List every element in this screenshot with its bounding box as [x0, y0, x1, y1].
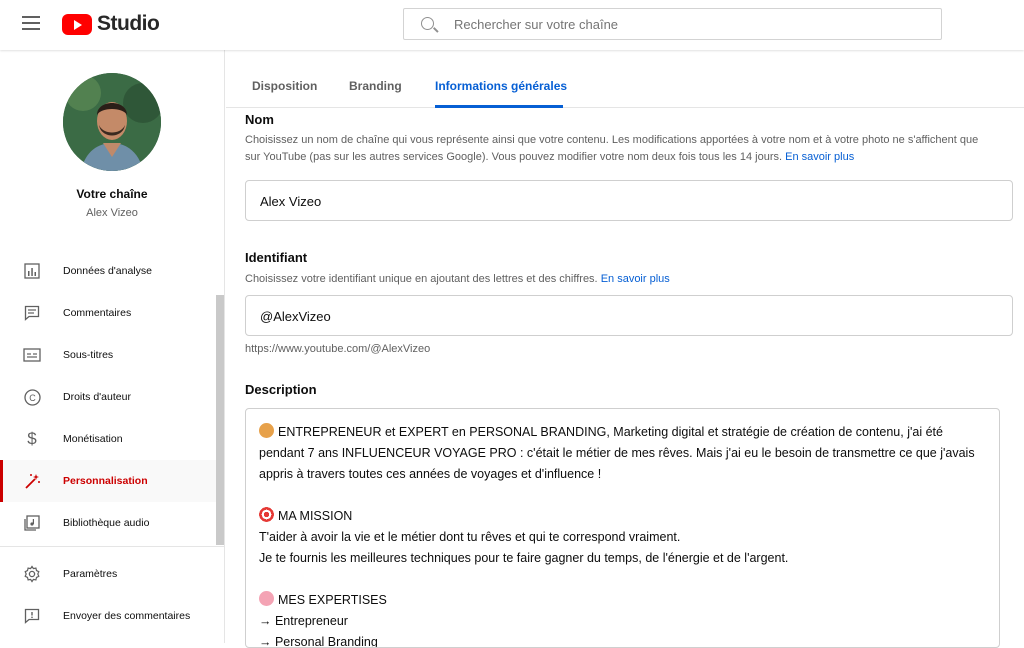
description-line [259, 485, 986, 506]
tab-basic-info[interactable]: Informations générales [435, 79, 567, 93]
description-line: ENTREPRENEUR et EXPERT en PERSONAL BRAND… [259, 422, 986, 443]
person-emoji-icon [259, 423, 274, 438]
sidebar-item-audio-library[interactable]: Bibliothèque audio [0, 502, 224, 544]
description-text: ENTREPRENEUR et EXPERT en PERSONAL BRAND… [278, 425, 943, 439]
description-section-title: Description [245, 382, 317, 397]
description-line: MES EXPERTISES [259, 590, 986, 611]
search-input[interactable] [454, 9, 924, 39]
name-section-title: Nom [245, 112, 274, 127]
dollar-icon: $ [27, 429, 37, 448]
sidebar-item-subtitles[interactable]: Sous-titres [0, 334, 224, 376]
copyright-icon: C [22, 387, 42, 407]
audio-library-icon [22, 513, 42, 533]
name-description-line2: sur YouTube (pas sur les autres services… [245, 149, 1015, 166]
description-line [259, 569, 986, 590]
search-box[interactable] [403, 8, 942, 40]
gear-icon [22, 564, 42, 584]
sidebar-item-copyright[interactable]: C Droits d'auteur [0, 376, 224, 418]
sidebar-item-monetization[interactable]: $ Monétisation [0, 418, 224, 460]
handle-learn-more-link[interactable]: En savoir plus [601, 273, 670, 285]
handle-description-text: Choisissez votre identifiant unique en a… [245, 273, 598, 285]
sidebar-item-customization[interactable]: Personnalisation [0, 460, 224, 502]
customization-tabs: Disposition Branding Informations généra… [226, 50, 1024, 108]
description-line: Je te fournis les meilleures techniques … [259, 551, 789, 565]
menu-icon[interactable] [22, 16, 40, 30]
top-bar: Studio [0, 0, 1024, 50]
handle-section-description: Choisissez votre identifiant unique en a… [245, 271, 670, 288]
sidebar-item-analytics[interactable]: Données d'analyse [0, 250, 224, 292]
description-line: appris à travers toutes ces années de vo… [259, 467, 602, 481]
channel-title: Votre chaîne [76, 187, 148, 201]
analytics-icon [22, 261, 42, 281]
handle-value[interactable]: @AlexVizeo [260, 309, 331, 324]
description-text: MA MISSION [278, 509, 353, 523]
svg-text:C: C [29, 393, 36, 403]
feedback-icon [22, 606, 42, 626]
description-line: pendant 7 ans INFLUENCEUR VOYAGE PRO : c… [259, 446, 975, 460]
channel-name: Alex Vizeo [86, 207, 138, 219]
search-icon [421, 17, 434, 30]
name-section-description: Choisissez un nom de chaîne qui vous rep… [245, 132, 1015, 166]
description-line: → Entrepreneur [259, 614, 348, 628]
tab-branding[interactable]: Branding [349, 79, 402, 93]
sidebar-item-label: Sous-titres [63, 349, 114, 361]
sidebar-item-send-feedback[interactable]: Envoyer des commentaires [0, 595, 224, 637]
sidebar-item-comments[interactable]: Commentaires [0, 292, 224, 334]
name-description-text: sur YouTube (pas sur les autres services… [245, 151, 783, 163]
sidebar-item-label: Monétisation [63, 433, 123, 445]
sidebar-item-label: Bibliothèque audio [63, 517, 150, 529]
sidebar-item-label: Paramètres [63, 568, 118, 580]
magic-wand-icon [22, 471, 42, 491]
sidebar-item-label: Personnalisation [63, 475, 148, 487]
sidebar-divider [0, 546, 224, 547]
subtitles-icon [22, 345, 42, 365]
handle-url: https://www.youtube.com/@AlexVizeo [245, 343, 431, 355]
name-learn-more-link[interactable]: En savoir plus [785, 151, 854, 163]
sidebar-item-label: Données d'analyse [63, 265, 152, 277]
youtube-play-icon [62, 13, 92, 35]
target-emoji-icon [259, 507, 274, 522]
description-line: MA MISSION [259, 506, 986, 527]
sidebar: Votre chaîne Alex Vizeo Données d'analys… [0, 50, 225, 643]
sidebar-item-settings[interactable]: Paramètres [0, 553, 224, 595]
comments-icon [22, 303, 42, 323]
name-description-line1: Choisissez un nom de chaîne qui vous rep… [245, 134, 979, 146]
description-textarea[interactable]: ENTREPRENEUR et EXPERT en PERSONAL BRAND… [245, 408, 1000, 648]
avatar[interactable] [63, 73, 161, 171]
tab-layout[interactable]: Disposition [252, 79, 317, 93]
sidebar-item-label: Commentaires [63, 307, 132, 319]
description-line: T'aider à avoir la vie et le métier dont… [259, 530, 681, 544]
sidebar-scrollbar[interactable] [216, 295, 224, 545]
logo-text: Studio [97, 12, 160, 35]
name-field[interactable]: Alex Vizeo [245, 180, 1013, 221]
description-line: → Personal Branding [259, 635, 378, 648]
description-text: MES EXPERTISES [278, 593, 387, 607]
handle-field[interactable]: @AlexVizeo [245, 295, 1013, 336]
handle-section-title: Identifiant [245, 250, 308, 265]
sidebar-item-label: Envoyer des commentaires [63, 610, 191, 622]
sidebar-item-label: Droits d'auteur [63, 391, 131, 403]
active-tab-indicator [435, 105, 563, 108]
name-value[interactable]: Alex Vizeo [260, 194, 321, 209]
brain-emoji-icon [259, 591, 274, 606]
studio-logo[interactable]: Studio [62, 12, 160, 36]
